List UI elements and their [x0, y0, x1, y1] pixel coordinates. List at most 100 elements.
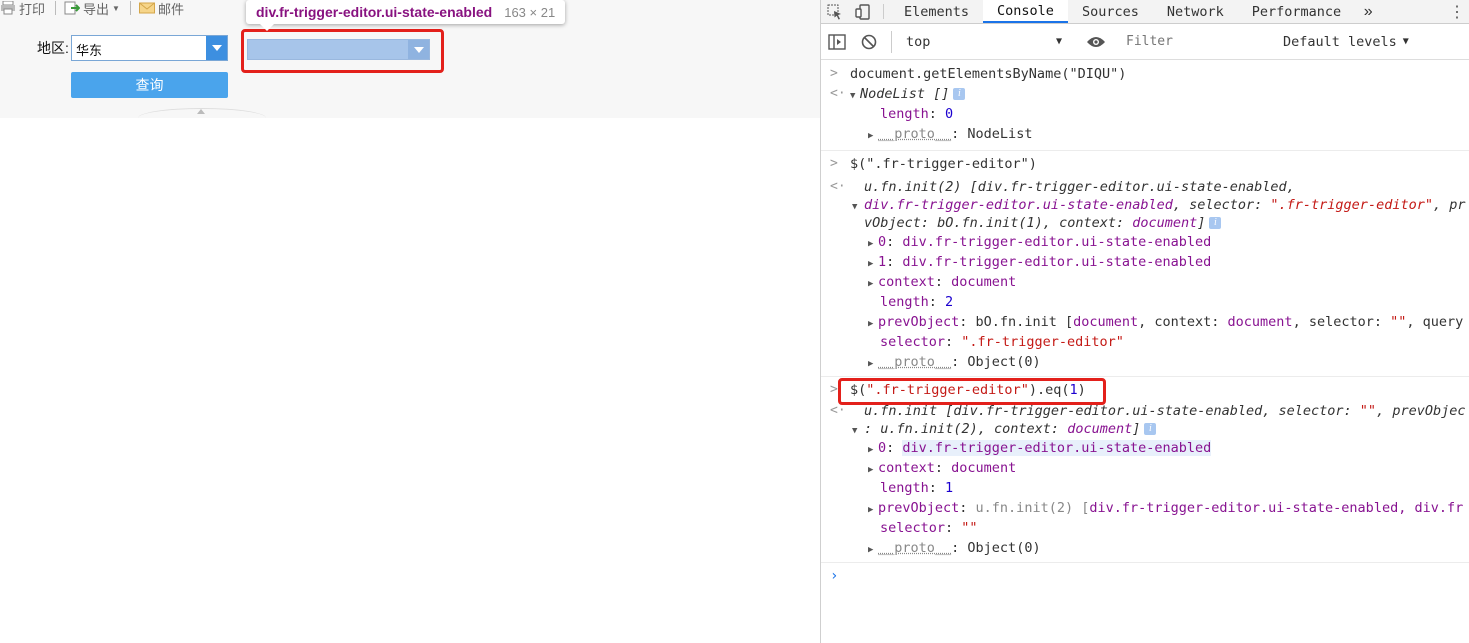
export-button[interactable]: 导出 ▼	[64, 0, 120, 18]
expand-right-icon[interactable]: ▶	[868, 500, 878, 518]
chevron-down-icon: ▼	[1055, 36, 1062, 47]
red-highlight-annotation	[241, 29, 444, 73]
tooltip-selector: div.fr-trigger-editor.ui-state-enabled	[256, 4, 493, 20]
expand-right-icon[interactable]: ▶	[868, 274, 878, 292]
property-row: selector: ""	[880, 520, 978, 536]
tooltip-arrow	[260, 24, 274, 31]
log-levels-selector[interactable]: Default levels ▼	[1283, 34, 1409, 50]
property-row: length: 0	[880, 106, 954, 122]
tab-performance[interactable]: Performance	[1238, 0, 1355, 23]
expand-right-icon[interactable]: ▶	[868, 234, 878, 252]
devtools-tabbar: Elements Console Sources Network Perform…	[821, 0, 1469, 24]
more-tabs-icon[interactable]: »	[1355, 0, 1381, 23]
expand-right-icon[interactable]: ▶	[868, 460, 878, 478]
console-result-line[interactable]: ▼: u.fn.init(2), context: document] i	[821, 420, 1469, 438]
report-page: 打印 导出 ▼ 邮件 地区: 华东 查询 div.fr-trigger-edit…	[0, 0, 820, 643]
console-prompt-input[interactable]: ›	[830, 568, 838, 584]
property-row[interactable]: ▶ __proto__: Object(0)	[821, 352, 1469, 372]
kebab-menu-icon[interactable]: ⋮	[1449, 0, 1465, 24]
tab-network[interactable]: Network	[1153, 0, 1238, 23]
console-input-line: > document.getElementsByName("DIQU")	[821, 64, 1469, 84]
property-row[interactable]: ▶ 1: div.fr-trigger-editor.ui-state-enabl…	[821, 252, 1469, 272]
area-combobox[interactable]: 华东	[71, 35, 228, 61]
property-row: length: 1	[880, 480, 954, 496]
console-output: > document.getElementsByName("DIQU") <· …	[821, 61, 1469, 563]
property-row[interactable]: ▶ context: document	[821, 272, 1469, 292]
property-row[interactable]: ▶ 0: div.fr-trigger-editor.ui-state-enabl…	[821, 232, 1469, 252]
property-row: selector: ".fr-trigger-editor"	[880, 334, 1124, 350]
toolbar-divider	[883, 4, 884, 19]
tab-elements[interactable]: Elements	[890, 0, 983, 23]
command-text: document.getElementsByName("DIQU")	[850, 66, 1127, 82]
tab-sources[interactable]: Sources	[1068, 0, 1153, 23]
expand-right-icon[interactable]: ▶	[868, 254, 878, 272]
inspect-element-icon[interactable]	[821, 0, 849, 23]
expand-right-icon[interactable]: ▶	[868, 440, 878, 458]
console-input-line: > $(".fr-trigger-editor")	[821, 154, 1469, 174]
chevron-down-icon: ▼	[112, 3, 120, 13]
command-text: $(".fr-trigger-editor")	[850, 156, 1037, 172]
toolbar-divider	[129, 1, 131, 15]
print-label: 打印	[19, 1, 46, 17]
info-icon[interactable]: i	[953, 88, 966, 100]
expand-right-icon[interactable]: ▶	[868, 126, 878, 144]
result-arrow-icon: <·	[830, 86, 846, 101]
tab-console[interactable]: Console	[983, 0, 1068, 23]
property-row[interactable]: ▶ __proto__: NodeList	[821, 124, 1469, 144]
chevron-down-icon: ▼	[1402, 36, 1409, 47]
mail-button[interactable]: 邮件	[138, 0, 184, 18]
input-prompt-icon: >	[830, 382, 838, 397]
context-value: top	[906, 33, 931, 50]
red-highlight-annotation	[838, 378, 1106, 405]
expand-right-icon[interactable]: ▶	[868, 354, 878, 372]
property-value: 0	[945, 106, 954, 122]
input-prompt-icon: >	[830, 156, 838, 171]
input-prompt-icon: >	[830, 66, 838, 81]
console-toolbar: top ▼ Default levels ▼	[821, 24, 1469, 60]
result-text: NodeList []	[860, 86, 950, 102]
expand-down-icon[interactable]: ▼	[852, 422, 864, 438]
filter-input[interactable]	[1120, 30, 1275, 53]
property-row: length: 2	[880, 294, 954, 310]
info-icon[interactable]: i	[1144, 423, 1157, 435]
context-selector[interactable]: top ▼	[898, 34, 1068, 50]
expand-right-icon[interactable]: ▶	[868, 314, 878, 332]
mail-label: 邮件	[157, 1, 184, 17]
console-result-line: vObject: bO.fn.init(1), context: documen…	[821, 214, 1469, 232]
envelope-icon	[138, 1, 155, 15]
area-value: 华东	[76, 43, 103, 58]
export-icon	[64, 1, 81, 15]
property-row[interactable]: ▶ __proto__: Object(0)	[821, 538, 1469, 558]
clear-console-icon[interactable]	[853, 34, 885, 50]
toolbar-divider	[891, 30, 892, 53]
info-icon[interactable]: i	[1209, 217, 1222, 229]
property-value: NodeList	[967, 126, 1033, 142]
property-key: __proto__	[878, 126, 952, 142]
sidebar-toggle-icon[interactable]	[821, 33, 853, 50]
toolbar-divider	[55, 1, 57, 15]
console-result-line[interactable]: <· ▼ NodeList [] i	[821, 84, 1469, 104]
expand-down-icon[interactable]: ▼	[850, 86, 860, 104]
result-arrow-icon: <·	[830, 179, 846, 194]
device-toolbar-icon[interactable]	[849, 0, 877, 23]
query-button[interactable]: 查询	[71, 72, 228, 98]
result-text: u.fn.init(2) [div.fr-trigger-editor.ui-s…	[864, 179, 1295, 195]
console-result-line[interactable]: ▼ div.fr-trigger-editor.ui-state-enabled,…	[821, 196, 1469, 214]
property-row[interactable]: ▶ prevObject: bO.fn.init [document, conte…	[821, 312, 1469, 332]
print-button[interactable]: 打印	[0, 0, 45, 18]
log-levels-value: Default levels	[1283, 33, 1397, 50]
property-row[interactable]: ▶ 0: div.fr-trigger-editor.ui-state-enabl…	[821, 438, 1469, 458]
property-row[interactable]: ▶ prevObject: u.fn.init(2) [div.fr-trigge…	[821, 498, 1469, 518]
chevron-up-icon	[197, 109, 205, 114]
inspect-tooltip: div.fr-trigger-editor.ui-state-enabled 1…	[246, 0, 566, 24]
expand-down-icon[interactable]: ▼	[852, 198, 864, 214]
console-result-line[interactable]: <· u.fn.init(2) [div.fr-trigger-editor.u…	[821, 178, 1469, 196]
console-entry: > $(".fr-trigger-editor") <· u.fn.init(2…	[821, 151, 1469, 377]
expand-right-icon[interactable]: ▶	[868, 540, 878, 558]
area-label: 地区:	[37, 40, 69, 56]
area-dropdown-trigger[interactable]	[206, 36, 227, 60]
devtools-panel: Elements Console Sources Network Perform…	[820, 0, 1469, 643]
eye-icon[interactable]	[1080, 35, 1112, 49]
property-row[interactable]: ▶ context: document	[821, 458, 1469, 478]
printer-icon	[0, 0, 16, 15]
